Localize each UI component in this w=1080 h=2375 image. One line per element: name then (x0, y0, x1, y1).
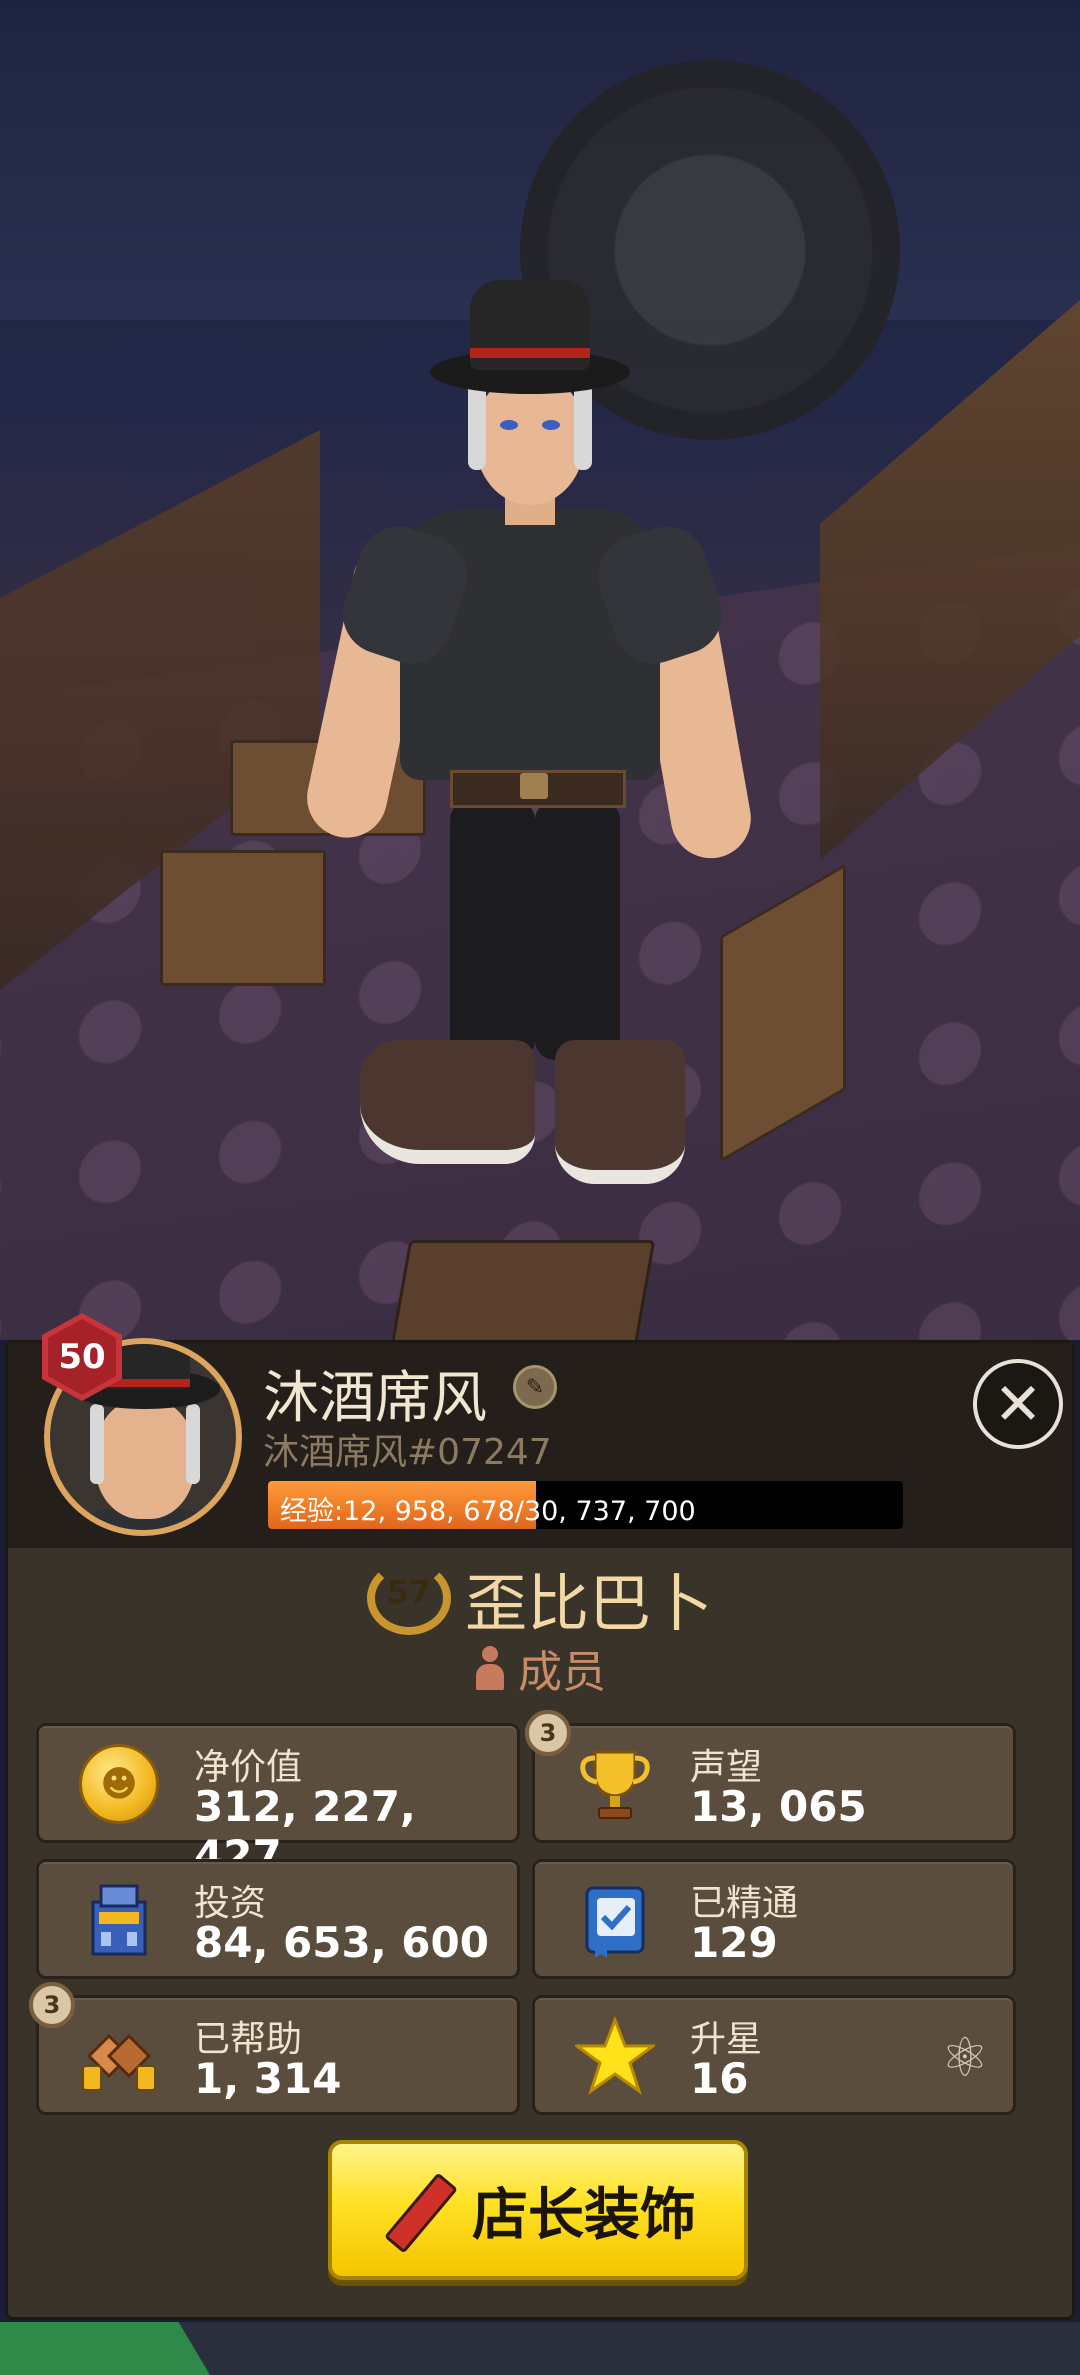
stat-value: 84, 653, 600 (194, 1918, 489, 1967)
gold-coin-icon: ☻ (79, 1744, 159, 1824)
guild-info[interactable]: 57 歪比巴卜 (8, 1558, 1072, 1640)
experience-text: 经验:12, 958, 678/30, 737, 700 (280, 1496, 696, 1527)
player-tag: 沐酒席风#07247 (263, 1432, 552, 1473)
shopkeeper-decor-button[interactable]: 店长装饰 (328, 2140, 748, 2280)
stat-value: 1, 314 (194, 2054, 342, 2103)
edit-name-button[interactable]: ✎ (513, 1365, 557, 1409)
pencil-icon: ✎ (525, 1374, 545, 1400)
stat-value: 13, 065 (690, 1782, 867, 1831)
rank-badge: 3 (525, 1710, 571, 1756)
stat-card-net-worth[interactable]: ☻ 净价值 312, 227, 427 (36, 1723, 520, 1880)
close-button[interactable]: ✕ (973, 1359, 1063, 1449)
bottom-grass (0, 2322, 210, 2375)
decor-button-label: 店长装饰 (472, 2182, 696, 2248)
stat-card-reputation[interactable]: 声望 13, 065 3 (525, 1710, 1016, 1843)
atom-icon[interactable]: ⚛ (935, 2028, 995, 2088)
member-icon (474, 1646, 506, 1690)
stat-card-mastered[interactable]: 已精通 129 (532, 1859, 1016, 1979)
experience-bar: 经验:12, 958, 678/30, 737, 700 (268, 1481, 903, 1529)
stat-card-star-up[interactable]: 升星 16 ⚛ (532, 1995, 1016, 2115)
stat-value: 16 (690, 2054, 749, 2103)
pencil-icon (380, 2172, 458, 2254)
stat-card-investment[interactable]: 投资 84, 653, 600 (36, 1859, 520, 1979)
player-name: 沐酒席风 (263, 1366, 487, 1431)
star-icon (575, 2016, 655, 2095)
stat-value: 129 (690, 1918, 778, 1967)
building-icon (91, 1884, 147, 1956)
stat-card-helped[interactable]: 已帮助 1, 314 3 (29, 1982, 520, 2115)
guild-name: 歪比巴卜 (464, 1567, 713, 1640)
handshake-icon (82, 2033, 156, 2091)
trophy-icon (580, 1750, 650, 1819)
rank-badge: 3 (29, 1982, 75, 2028)
weapon-shelf (160, 850, 326, 986)
close-icon: ✕ (993, 1370, 1043, 1438)
guild-role: 成员 (8, 1638, 1072, 1698)
guild-role-label: 成员 (518, 1647, 606, 1698)
profile-header: 50 沐酒席风 ✎ 沐酒席风#07247 经验:12, 958, 678/30,… (8, 1313, 1072, 1548)
guild-level-badge: 57 (366, 1561, 451, 1635)
shopkeeper-character (299, 270, 758, 1270)
game-scene (0, 0, 1080, 1340)
mastery-book-icon (585, 1886, 645, 1958)
guild-level: 57 (386, 1573, 432, 1611)
